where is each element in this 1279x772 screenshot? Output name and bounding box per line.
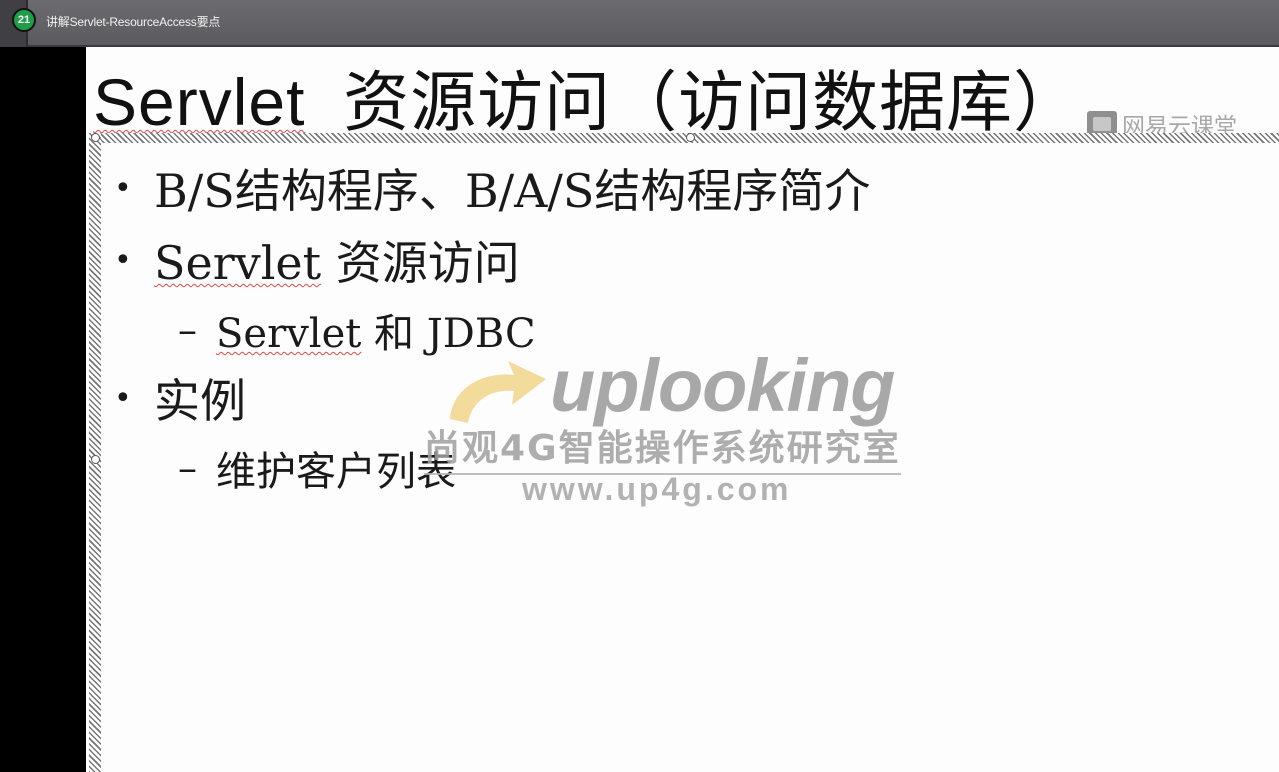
bullet-text: B/S结构程序、B/A/S结构程序简介 — [154, 164, 871, 218]
bullet-item-servlet-access: • Servlet 资源访问 — [96, 227, 520, 293]
resize-handle-middle-left[interactable] — [91, 455, 100, 464]
servlet-word: Servlet — [154, 236, 322, 290]
sub-bullet-dash: – — [178, 446, 197, 490]
uplooking-subtitle: 尚观4G智能操作系统研究室 — [424, 419, 901, 475]
sub-bullet-text: 维护客户列表 — [216, 449, 456, 495]
bullet-dot: • — [114, 380, 132, 416]
bullet-item-bs-structure: • B/S结构程序、B/A/S结构程序简介 — [96, 155, 870, 221]
bullet-text-rest: 资源访问 — [321, 236, 520, 290]
slide-title-servlet: Servlet — [93, 65, 306, 139]
servlet-word: Servlet — [216, 311, 362, 357]
lesson-title: 讲解Servlet-ResourceAccess要点 — [46, 15, 221, 29]
sub-bullet-customer-list: – 维护客户列表 — [178, 439, 456, 497]
bullet-dot: • — [114, 242, 132, 278]
bullet-text: Servlet 资源访问 — [154, 227, 520, 293]
left-black-margin — [0, 47, 86, 772]
slide-title-rest: _资源访问（访问数据库） — [305, 65, 1081, 139]
bullet-dot: • — [114, 170, 132, 206]
sub-bullet-dash: – — [178, 308, 197, 352]
presentation-slide: Servlet_资源访问（访问数据库） 网易云课堂 • B/S结构程序、B/A/… — [86, 47, 1279, 772]
bullet-item-example: • 实例 — [96, 365, 246, 431]
uplooking-watermark: uplooking 尚观4G智能操作系统研究室 www.up4g.com — [424, 343, 1002, 523]
resize-handle-top-left[interactable] — [91, 133, 100, 142]
slide-title: Servlet_资源访问（访问数据库） — [93, 49, 1080, 145]
uplooking-url: www.up4g.com — [522, 471, 792, 507]
resize-handle-top-middle[interactable] — [686, 133, 695, 142]
uplooking-brand-text: uplooking — [550, 344, 895, 427]
lesson-number-badge: 21 — [12, 8, 36, 32]
video-title-bar: 21 讲解Servlet-ResourceAccess要点 — [0, 0, 1279, 47]
bullet-text: 实例 — [154, 374, 246, 428]
